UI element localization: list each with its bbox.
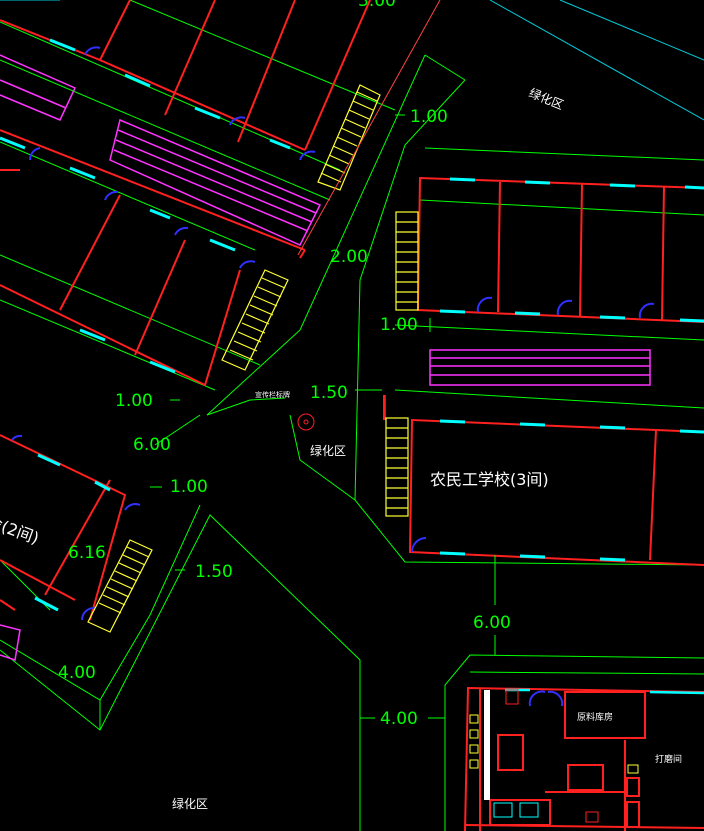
dim-top: 3.00 xyxy=(358,0,396,11)
cad-drawing-canvas: 3.00 1.00 2.00 1.00 1.50 1.00 6.00 1.00 … xyxy=(0,0,704,831)
building-walls xyxy=(0,0,371,387)
label-school: 农民工学校(3间) xyxy=(430,470,549,489)
dim-7: 1.00 xyxy=(170,477,208,497)
dim-1: 1.00 xyxy=(410,107,448,127)
dimension-labels: 3.00 1.00 2.00 1.00 1.50 1.00 6.00 1.00 … xyxy=(58,0,511,729)
bottom-right-facility xyxy=(444,654,704,831)
dim-3: 1.00 xyxy=(380,315,418,335)
dim-12: 4.00 xyxy=(380,709,418,729)
label-dorm: 宿舍(2间) xyxy=(0,506,42,548)
building-guide-lines xyxy=(0,0,396,391)
label-warehouse: 原料库房 xyxy=(577,711,613,723)
dim-6: 6.00 xyxy=(133,435,171,455)
site-plan: 3.00 1.00 2.00 1.00 1.50 1.00 6.00 1.00 … xyxy=(0,0,704,831)
dim-11: 6.00 xyxy=(473,613,511,633)
sign-marker xyxy=(297,413,315,431)
label-green-top: 绿化区 xyxy=(527,85,566,112)
stair-middle xyxy=(221,269,289,371)
dim-10: 4.00 xyxy=(58,663,96,683)
label-sign: 宣传栏标牌 xyxy=(255,390,290,399)
bench-rows xyxy=(0,54,322,246)
dim-4: 1.50 xyxy=(310,383,348,403)
dim-8: 6.16 xyxy=(68,543,106,563)
area-labels: 绿化区 绿化区 绿化区 农民工学校(3间) 宿舍(2间) 原料库房 打磨间 宣传… xyxy=(0,85,682,811)
dim-5: 1.00 xyxy=(115,391,153,411)
facility-fence xyxy=(484,690,490,800)
label-green-mid: 绿化区 xyxy=(310,443,346,458)
label-workshop: 打磨间 xyxy=(655,753,682,765)
label-green-bottom: 绿化区 xyxy=(172,796,208,811)
dim-2: 2.00 xyxy=(330,247,368,267)
stair-school xyxy=(385,417,409,517)
bench-right xyxy=(429,349,651,386)
dim-9: 1.50 xyxy=(195,562,233,582)
right-upper-building xyxy=(384,147,704,420)
stair-right-upper xyxy=(395,211,419,311)
upper-left-building xyxy=(0,0,396,391)
dimension-ticks xyxy=(150,114,496,719)
